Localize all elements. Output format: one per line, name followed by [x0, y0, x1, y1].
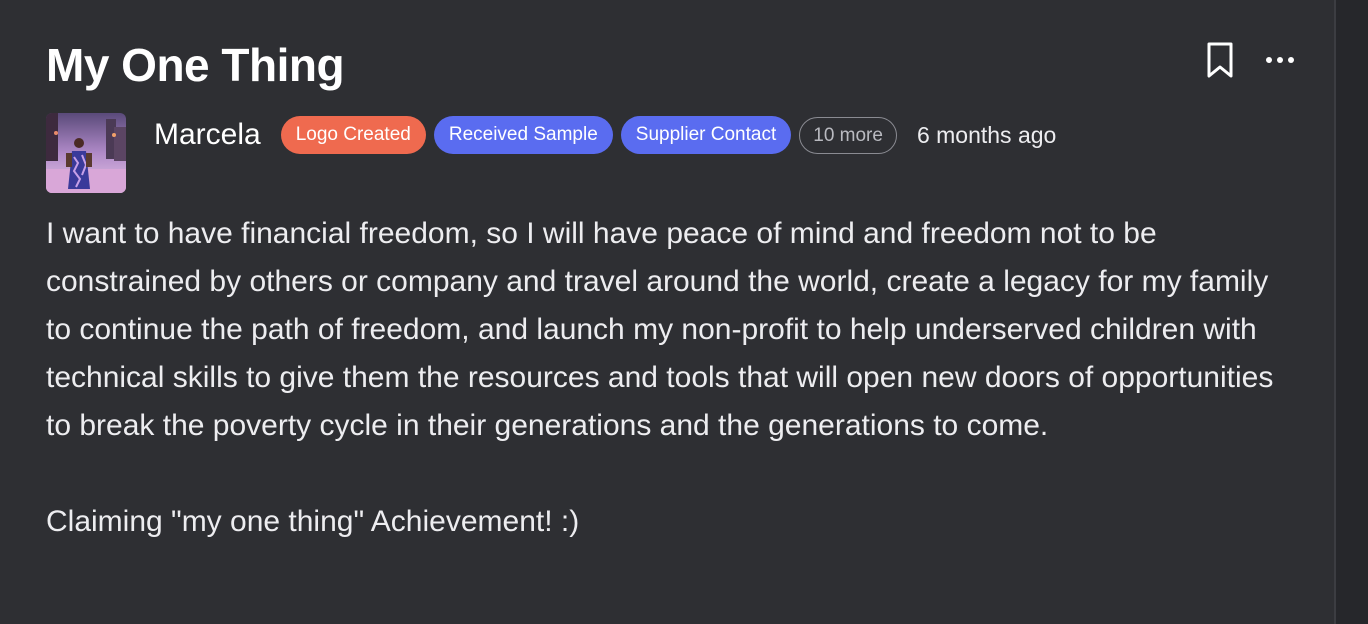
tag-logo-created[interactable]: Logo Created: [280, 116, 426, 154]
more-options-button[interactable]: [1260, 44, 1300, 76]
post-body: I want to have financial freedom, so I w…: [46, 210, 1286, 546]
avatar-image: [46, 113, 126, 193]
author-name[interactable]: Marcela: [154, 114, 261, 156]
post-meta: Marcela Logo Created Received Sample Sup…: [154, 114, 1056, 156]
page-gutter: [1336, 0, 1368, 624]
tag-received-sample[interactable]: Received Sample: [433, 116, 613, 154]
ellipsis-icon: [1266, 57, 1294, 63]
avatar[interactable]: [46, 113, 126, 193]
bookmark-button[interactable]: [1200, 38, 1240, 82]
tag-supplier-contact[interactable]: Supplier Contact: [620, 116, 792, 154]
more-tags-button[interactable]: 10 more: [799, 116, 897, 154]
post-body-paragraph: I want to have financial freedom, so I w…: [46, 217, 1274, 442]
bookmark-icon: [1207, 42, 1233, 78]
post-title: My One Thing: [46, 39, 345, 91]
post-card: My One Thing Marcela Logo Created Receiv…: [0, 0, 1334, 624]
post-body-paragraph: Claiming "my one thing" Achievement! :): [46, 505, 580, 538]
post-timestamp: 6 months ago: [916, 121, 1057, 148]
